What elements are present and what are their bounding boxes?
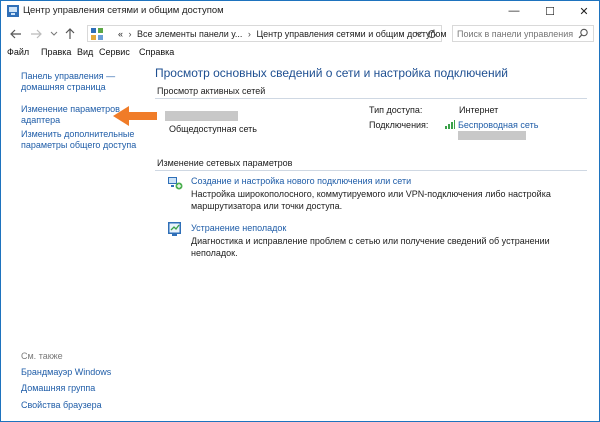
search-box[interactable] — [452, 25, 594, 42]
address-bar: « › Все элементы панели у... › Центр упр… — [1, 23, 599, 45]
address-dropdown-icon[interactable] — [415, 31, 423, 37]
sidebar-link-homegroup[interactable]: Домашняя группа — [21, 383, 95, 394]
troubleshoot-icon — [168, 222, 181, 236]
network-center-icon — [7, 5, 19, 17]
minimize-button[interactable]: — — [497, 1, 531, 21]
breadcrumb-overflow[interactable]: « — [118, 29, 123, 39]
address-field[interactable]: « › Все элементы панели у... › Центр упр… — [87, 25, 447, 42]
sidebar-link-line: адаптера — [21, 115, 61, 125]
control-panel-icon — [91, 28, 103, 40]
search-input[interactable] — [457, 28, 573, 39]
menu-edit[interactable]: Правка — [41, 47, 71, 57]
divider — [155, 170, 587, 171]
connections-label: Подключения: — [369, 120, 429, 130]
up-arrow-icon — [65, 28, 75, 39]
breadcrumb: « › Все элементы панели у... › Центр упр… — [118, 29, 447, 39]
troubleshoot-link[interactable]: Устранение неполадок — [191, 223, 286, 233]
wireless-connection-link[interactable]: Беспроводная сеть — [458, 120, 538, 130]
active-networks-label: Просмотр активных сетей — [157, 86, 266, 96]
back-button[interactable] — [9, 27, 23, 41]
wifi-signal-icon — [445, 120, 455, 129]
troubleshoot-description: Диагностика и исправление проблем с сеть… — [191, 235, 550, 259]
access-type-label: Тип доступа: — [369, 105, 423, 115]
sidebar-link-sharing-settings[interactable]: Изменить дополнительные параметры общего… — [21, 129, 136, 151]
breadcrumb-separator: › — [247, 29, 251, 39]
search-icon[interactable] — [578, 28, 589, 39]
sidebar-link-adapter-settings[interactable]: Изменение параметров адаптера — [21, 104, 120, 126]
sidebar-link-firewall[interactable]: Брандмауэр Windows — [21, 367, 111, 378]
annotation-arrow-icon — [113, 106, 157, 126]
description-line: Настройка широкополосного, коммутируемог… — [191, 189, 551, 199]
up-button[interactable] — [63, 27, 77, 41]
title-bar: Центр управления сетями и общим доступом… — [1, 1, 599, 21]
window-title: Центр управления сетями и общим доступом — [23, 5, 224, 16]
breadcrumb-separator: › — [128, 29, 132, 39]
sidebar-link-line: Панель управления — — [21, 71, 116, 81]
change-settings-label: Изменение сетевых параметров — [157, 158, 293, 168]
page-title: Просмотр основных сведений о сети и наст… — [155, 66, 508, 80]
sidebar-link-line: Изменить дополнительные — [21, 129, 135, 139]
maximize-button[interactable]: ☐ — [533, 1, 567, 21]
window: Центр управления сетями и общим доступом… — [0, 0, 600, 422]
description-line: маршрутизатора или точки доступа. — [191, 201, 343, 211]
create-connection-link[interactable]: Создание и настройка нового подключения … — [191, 176, 411, 186]
menu-file[interactable]: Файл — [7, 47, 29, 57]
see-also-label: См. также — [21, 351, 63, 361]
menu-view[interactable]: Вид — [77, 47, 93, 57]
breadcrumb-all-items[interactable]: Все элементы панели у... — [137, 29, 242, 39]
sidebar-link-control-panel-home[interactable]: Панель управления — домашняя страница — [21, 71, 115, 93]
description-line: Диагностика и исправление проблем с сеть… — [191, 236, 550, 246]
refresh-icon[interactable] — [427, 29, 437, 39]
menu-bar: Файл Правка Вид Сервис Справка — [1, 47, 599, 61]
menu-help[interactable]: Справка — [139, 47, 174, 57]
recent-locations-button[interactable] — [47, 27, 61, 41]
network-name-redacted — [165, 111, 238, 121]
description-line: неполадок. — [191, 248, 238, 258]
chevron-down-icon — [50, 31, 58, 36]
back-arrow-icon — [10, 29, 21, 39]
network-type: Общедоступная сеть — [169, 124, 257, 134]
sidebar-link-line: параметры общего доступа — [21, 140, 137, 150]
create-connection-description: Настройка широкополосного, коммутируемог… — [191, 188, 551, 212]
sidebar-link-line: домашняя страница — [21, 82, 106, 92]
close-button[interactable]: ✕ — [567, 1, 600, 21]
forward-arrow-icon — [31, 29, 42, 39]
sidebar-link-browser-properties[interactable]: Свойства браузера — [21, 400, 102, 411]
sidebar-link-line: Изменение параметров — [21, 104, 120, 114]
divider — [155, 98, 587, 99]
access-type-value: Интернет — [459, 105, 499, 115]
connection-ssid-redacted — [458, 131, 526, 140]
network-setup-icon — [168, 177, 183, 190]
forward-button[interactable] — [29, 27, 43, 41]
menu-tools[interactable]: Сервис — [99, 47, 130, 57]
